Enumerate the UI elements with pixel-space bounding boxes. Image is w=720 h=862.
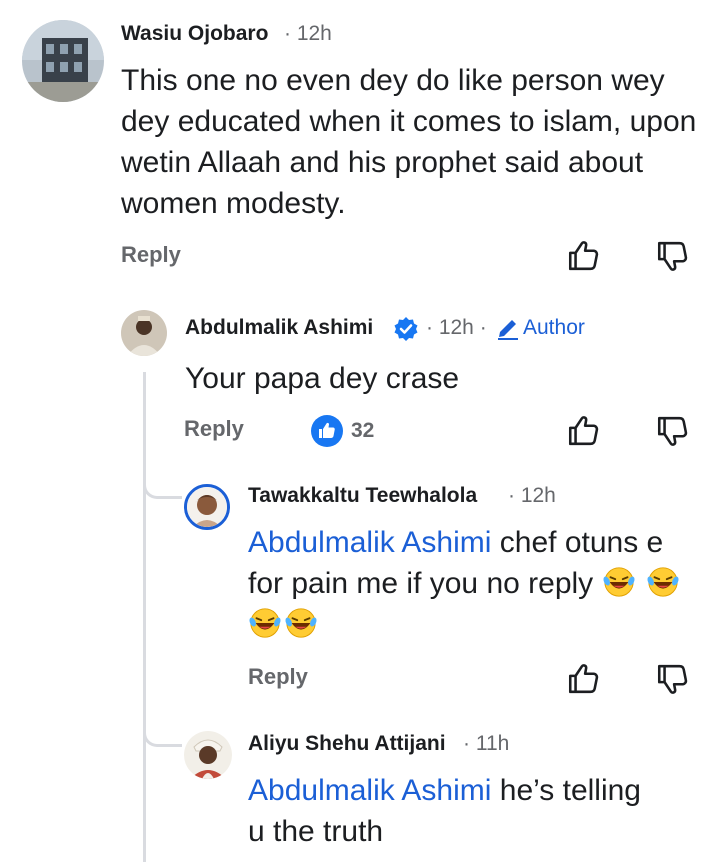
comment-author[interactable]: Abdulmalik Ashimi bbox=[185, 316, 373, 340]
reply-button[interactable]: Reply bbox=[184, 416, 244, 442]
like-icon[interactable] bbox=[566, 661, 600, 695]
avatar[interactable] bbox=[184, 484, 230, 530]
like-reaction-icon bbox=[311, 415, 343, 447]
comment-text-body: u the truth bbox=[248, 815, 384, 848]
dislike-icon[interactable] bbox=[655, 415, 689, 449]
comment-text-body: he’s telling bbox=[499, 774, 641, 807]
comment-author[interactable]: Tawakkaltu Teewhalola bbox=[248, 484, 477, 508]
comment-time: · 12h bbox=[508, 484, 556, 507]
reaction-count: 32 bbox=[351, 419, 375, 442]
laughing-emoji-icon bbox=[646, 565, 680, 599]
comment-text: Your papa dey crase bbox=[185, 362, 460, 395]
verified-badge-icon bbox=[394, 317, 418, 341]
mention-link[interactable]: Abdulmalik Ashimi bbox=[248, 526, 491, 559]
comment-time: · 12h bbox=[284, 22, 332, 45]
reply-button[interactable]: Reply bbox=[121, 242, 181, 268]
thread-branch bbox=[143, 462, 182, 499]
comment-text: Abdulmalik Ashimi chef otuns e for pain … bbox=[248, 522, 698, 645]
author-badge: Author bbox=[523, 316, 585, 339]
mention-link[interactable]: Abdulmalik Ashimi bbox=[248, 774, 491, 807]
thread-branch bbox=[143, 710, 182, 747]
comment-text: Abdulmalik Ashimi he’s telling u the tru… bbox=[248, 770, 698, 852]
comment-text: This one no even dey do like person wey … bbox=[121, 64, 697, 220]
laughing-emoji-icon bbox=[602, 565, 636, 599]
comment-author[interactable]: Wasiu Ojobaro bbox=[121, 22, 268, 46]
comment-time: · 12h · bbox=[426, 316, 487, 339]
like-icon[interactable] bbox=[566, 238, 600, 272]
comment-author[interactable]: Aliyu Shehu Attijani bbox=[248, 732, 446, 756]
laughing-emoji-icon bbox=[248, 606, 282, 640]
avatar[interactable] bbox=[22, 20, 104, 102]
avatar[interactable] bbox=[121, 310, 167, 356]
pencil-icon bbox=[498, 320, 518, 340]
reaction-summary[interactable]: 32 bbox=[311, 414, 374, 448]
avatar[interactable] bbox=[184, 731, 232, 779]
dislike-icon[interactable] bbox=[655, 240, 689, 274]
dislike-icon[interactable] bbox=[655, 663, 689, 697]
thread-line bbox=[143, 372, 146, 862]
comment-time: · 11h bbox=[463, 732, 510, 755]
like-icon[interactable] bbox=[566, 413, 600, 447]
laughing-emoji-icon bbox=[284, 606, 318, 640]
reply-button[interactable]: Reply bbox=[248, 664, 308, 690]
